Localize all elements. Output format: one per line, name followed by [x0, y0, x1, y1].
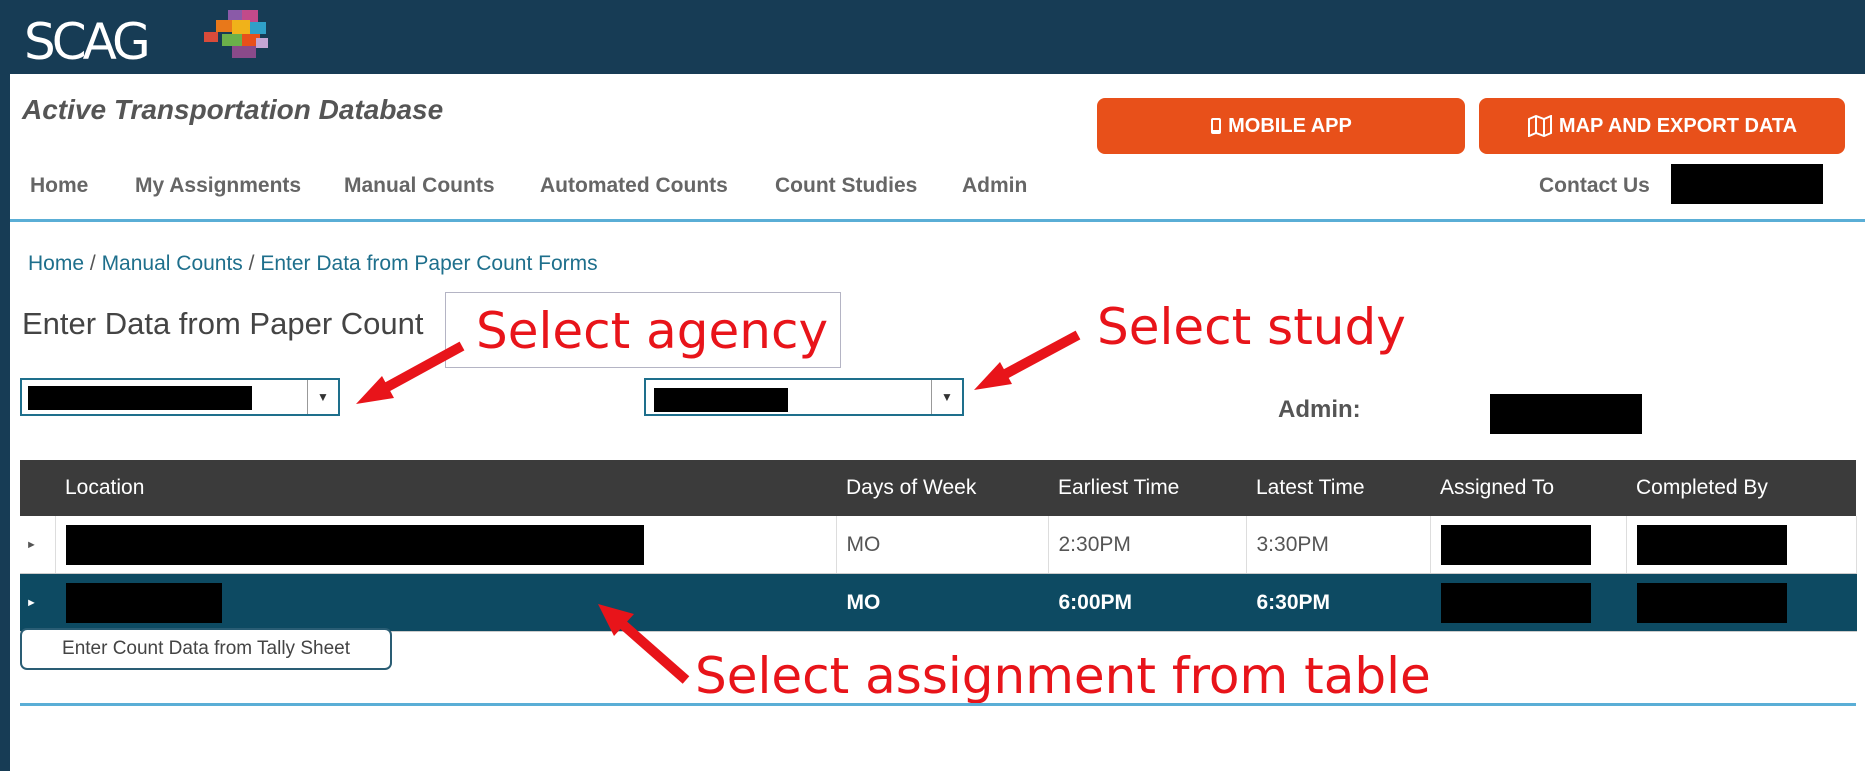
days-cell: MO — [836, 516, 1049, 574]
column-header-location[interactable]: Location — [55, 460, 836, 516]
earliest-time-cell: 2:30PM — [1048, 516, 1247, 574]
admin-name-redacted — [1490, 394, 1642, 434]
row-expander-icon[interactable]: ► — [20, 573, 56, 632]
logo-mark-icon — [204, 10, 268, 58]
breadcrumb-separator: / — [248, 252, 255, 275]
breadcrumb-separator: / — [89, 252, 96, 275]
scag-logo[interactable]: SCAG — [24, 8, 268, 72]
nav-manual-counts[interactable]: Manual Counts — [344, 174, 495, 198]
days-cell: MO — [836, 573, 1049, 632]
latest-time-cell: 6:30PM — [1246, 573, 1431, 632]
latest-time-cell: 3:30PM — [1246, 516, 1431, 574]
map-export-label: MAP AND EXPORT DATA — [1558, 114, 1798, 137]
column-header-assigned-to[interactable]: Assigned To — [1430, 460, 1626, 516]
assigned-to-cell — [1430, 516, 1627, 574]
location-cell — [55, 573, 837, 632]
location-redacted — [65, 582, 222, 623]
agency-dropdown[interactable]: ▼ — [20, 378, 340, 416]
annotation-select-assignment: Select assignment from table — [695, 647, 1431, 705]
column-header-completed-by[interactable]: Completed By — [1626, 460, 1856, 516]
breadcrumb: Home / Manual Counts / Enter Data from P… — [28, 252, 598, 276]
logo-text: SCAG — [24, 13, 151, 71]
assignments-table: Location Days of Week Earliest Time Late… — [20, 460, 1857, 632]
nav-divider — [10, 219, 1865, 222]
assigned-to-redacted — [1440, 582, 1591, 623]
page-title: Enter Data from Paper Count — [22, 306, 424, 341]
breadcrumb-home[interactable]: Home — [28, 252, 84, 275]
table-header-row: Location Days of Week Earliest Time Late… — [20, 460, 1856, 516]
bottom-divider — [20, 703, 1856, 706]
assigned-to-cell — [1430, 573, 1627, 632]
user-menu-redacted[interactable] — [1671, 164, 1823, 204]
earliest-time-cell: 6:00PM — [1048, 573, 1247, 632]
nav-automated-counts[interactable]: Automated Counts — [540, 174, 728, 198]
completed-by-redacted — [1636, 524, 1787, 565]
dropdown-arrow-icon[interactable]: ▼ — [307, 380, 338, 414]
breadcrumb-manual-counts[interactable]: Manual Counts — [102, 252, 243, 275]
admin-label: Admin: — [1278, 396, 1361, 423]
column-header-days[interactable]: Days of Week — [836, 460, 1048, 516]
nav-home[interactable]: Home — [30, 174, 88, 198]
assigned-to-redacted — [1440, 524, 1591, 565]
completed-by-cell — [1626, 516, 1857, 574]
expander-header — [20, 460, 55, 516]
mobile-phone-icon — [1211, 118, 1222, 134]
column-header-latest[interactable]: Latest Time — [1246, 460, 1430, 516]
map-export-button[interactable]: MAP AND EXPORT DATA — [1479, 98, 1845, 154]
annotation-select-study: Select study — [1097, 298, 1406, 356]
study-dropdown[interactable]: ▼ — [644, 378, 964, 416]
mobile-app-label: MOBILE APP — [1228, 114, 1352, 137]
top-bar: SCAG — [0, 0, 1865, 74]
completed-by-cell — [1626, 573, 1857, 632]
agency-selected-value-redacted — [28, 386, 252, 410]
map-icon — [1527, 115, 1552, 137]
table-row-selected[interactable]: ► MO 6:00PM 6:30PM — [20, 573, 1857, 632]
app-title: Active Transportation Database — [22, 94, 444, 125]
enter-tally-data-button[interactable]: Enter Count Data from Tally Sheet — [20, 628, 392, 670]
location-cell — [55, 516, 837, 574]
mobile-app-button[interactable]: MOBILE APP — [1097, 98, 1465, 154]
nav-count-studies[interactable]: Count Studies — [775, 174, 917, 198]
nav-admin[interactable]: Admin — [962, 174, 1027, 198]
row-expander-icon[interactable]: ► — [20, 516, 56, 574]
column-header-earliest[interactable]: Earliest Time — [1048, 460, 1246, 516]
nav-contact-us[interactable]: Contact Us — [1539, 174, 1650, 198]
location-redacted — [65, 524, 644, 565]
nav-my-assignments[interactable]: My Assignments — [135, 174, 301, 198]
annotation-select-agency: Select agency — [476, 302, 829, 360]
dropdown-arrow-icon[interactable]: ▼ — [931, 380, 962, 414]
study-selected-value-redacted — [654, 388, 788, 412]
table-row[interactable]: ► MO 2:30PM 3:30PM — [20, 516, 1857, 574]
breadcrumb-current: Enter Data from Paper Count Forms — [260, 252, 598, 275]
main-content: Active Transportation Database MOBILE AP… — [10, 74, 1865, 771]
completed-by-redacted — [1636, 582, 1787, 623]
